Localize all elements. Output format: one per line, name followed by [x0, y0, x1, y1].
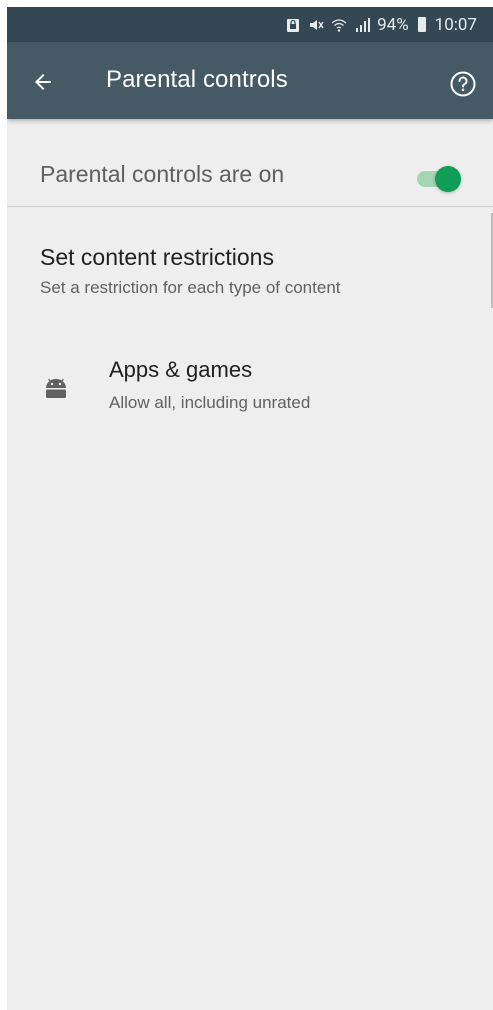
apps-games-row[interactable]: Apps & games Allow all, including unrate…	[7, 335, 493, 435]
row-subtitle: Allow all, including unrated	[109, 393, 311, 412]
battery-percent: 94%	[377, 14, 409, 35]
wifi-icon	[331, 18, 347, 32]
switch-thumb	[435, 166, 461, 192]
section-subtitle: Set a restriction for each type of conte…	[40, 278, 341, 297]
app-screen: 94% 10:07 Parental controls Parental con…	[7, 7, 493, 1010]
toggle-label: Parental controls are on	[40, 161, 285, 187]
parental-controls-toggle-row[interactable]: Parental controls are on	[7, 119, 493, 207]
back-button[interactable]	[25, 64, 61, 100]
page-title: Parental controls	[106, 66, 288, 93]
app-bar: Parental controls	[7, 42, 493, 119]
android-icon	[46, 378, 66, 398]
status-icons: 94% 10:07	[285, 15, 477, 35]
parental-controls-switch[interactable]	[417, 165, 461, 193]
status-bar: 94% 10:07	[7, 7, 493, 42]
signal-icon	[356, 17, 371, 32]
clock: 10:07	[434, 14, 477, 35]
arrow-back-icon	[35, 74, 51, 90]
battery-icon	[417, 17, 426, 32]
sim-lock-icon	[287, 18, 300, 32]
row-title: Apps & games	[109, 357, 253, 382]
help-button[interactable]	[448, 69, 478, 99]
section-title: Set content restrictions	[40, 244, 274, 270]
mute-icon	[310, 19, 324, 30]
help-circle-icon	[450, 71, 476, 97]
